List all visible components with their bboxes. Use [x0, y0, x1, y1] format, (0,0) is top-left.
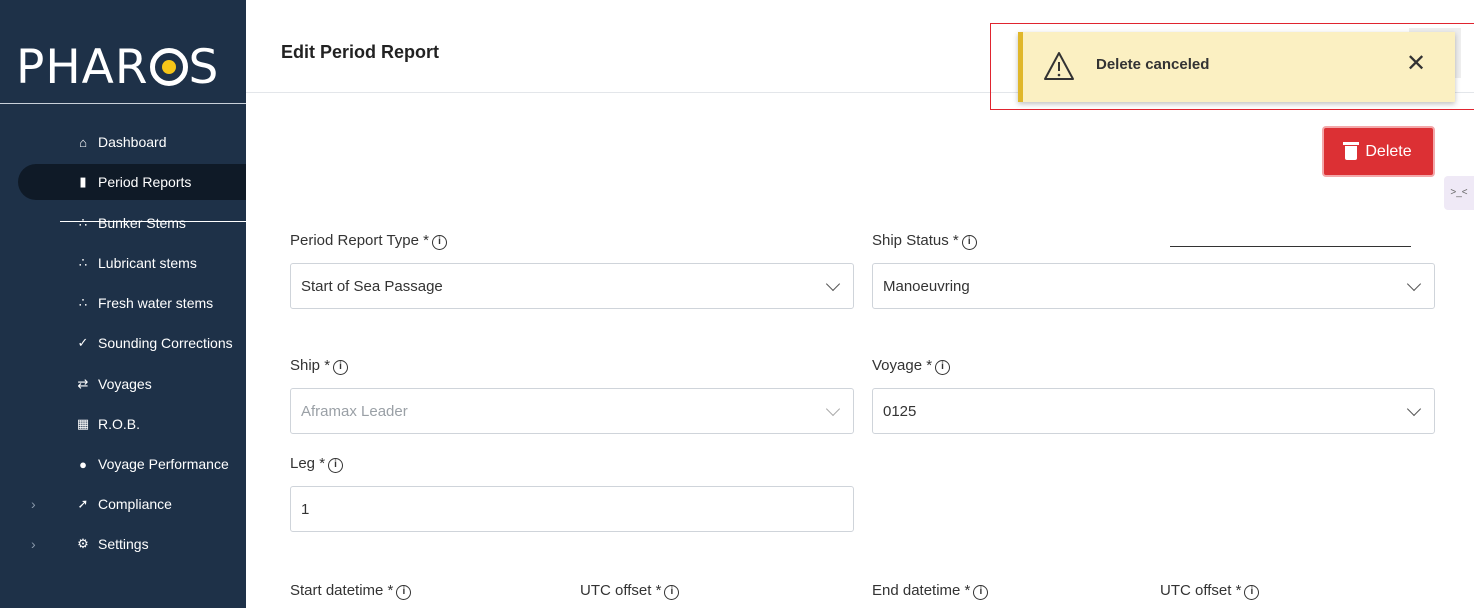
sidebar-item-label: Period Reports: [98, 174, 192, 190]
sidebar-item-label: Settings: [98, 536, 149, 552]
delete-button-label: Delete: [1365, 142, 1412, 160]
info-icon[interactable]: i: [333, 360, 349, 375]
info-icon[interactable]: i: [973, 585, 989, 600]
logo-text: PHAR: [16, 40, 149, 95]
voyage-label: Voyage * i: [872, 357, 951, 375]
hierarchy-icon: ∴: [78, 295, 88, 310]
document-icon: ▮: [79, 174, 87, 189]
sidebar-item-label: Bunker Stems: [98, 215, 186, 231]
start-utc-offset-label: UTC offset * i: [580, 582, 680, 600]
info-icon[interactable]: i: [935, 360, 951, 375]
logo-text-end: S: [188, 40, 220, 95]
warning-toast: Delete canceled ✕: [1018, 32, 1455, 102]
end-datetime-label: End datetime * i: [872, 582, 989, 600]
trash-icon: [1343, 142, 1360, 160]
period-report-type-select[interactable]: Start of Sea Passage: [290, 263, 854, 309]
sidebar-item-label: Sounding Corrections: [98, 335, 233, 351]
period-report-type-label: Period Report Type * i: [290, 232, 447, 250]
gavel-icon: ➚: [77, 496, 89, 511]
voyage-select[interactable]: 0125: [872, 388, 1435, 434]
ship-label: Ship * i: [290, 357, 349, 375]
sidebar-item-label: R.O.B.: [98, 416, 141, 432]
info-icon[interactable]: i: [396, 585, 412, 600]
sidebar-item-fresh-water-stems[interactable]: ∴ Fresh water stems: [18, 285, 246, 321]
info-icon[interactable]: i: [431, 235, 447, 250]
lighthouse-icon: [149, 48, 188, 86]
sidebar-item-bunker-stems[interactable]: ∴ Bunker Stems: [18, 205, 246, 241]
delete-button[interactable]: Delete: [1322, 126, 1435, 177]
end-utc-offset-label: UTC offset * i: [1160, 582, 1260, 600]
sidebar-item-label: Lubricant stems: [98, 255, 197, 271]
ship-status-label: Ship Status * i: [872, 232, 977, 250]
double-check-icon: ✓: [77, 335, 89, 350]
sidebar-item-dashboard[interactable]: ⌂ Dashboard: [18, 124, 246, 160]
side-panel-tab[interactable]: >_<: [1444, 176, 1474, 210]
sidebar-item-label: Voyage Performance: [98, 456, 229, 472]
info-icon[interactable]: i: [328, 458, 344, 473]
sidebar-item-lubricant-stems[interactable]: ∴ Lubricant stems: [18, 245, 246, 281]
sidebar-item-period-reports[interactable]: ▮ Period Reports: [18, 164, 246, 200]
gears-icon: ⚙: [77, 536, 89, 551]
sidebar: PHAR S ⌂ Dashboard ▮ Period Reports ∴ Bun…: [0, 0, 246, 608]
chevron-down-icon: [825, 401, 841, 417]
home-icon: ⌂: [79, 134, 87, 150]
start-datetime-label: Start datetime * i: [290, 582, 412, 600]
sidebar-item-label: Dashboard: [98, 134, 167, 150]
chevron-down-icon: [825, 276, 841, 292]
sidebar-item-voyages[interactable]: ⇄ Voyages: [18, 366, 246, 402]
info-icon[interactable]: i: [1244, 585, 1260, 600]
swap-icon: ⇄: [77, 376, 89, 391]
close-icon[interactable]: ✕: [1406, 52, 1426, 76]
pharos-logo[interactable]: PHAR S: [16, 40, 219, 95]
leg-label: Leg * i: [290, 455, 344, 473]
warning-icon: [1044, 52, 1074, 80]
sidebar-item-label: Voyages: [98, 376, 152, 392]
sidebar-item-sounding-corrections[interactable]: ✓ Sounding Corrections: [18, 325, 246, 361]
sidebar-item-voyage-performance[interactable]: ● Voyage Performance: [18, 446, 246, 482]
chevron-down-icon: [1406, 401, 1422, 417]
leg-input[interactable]: 1: [290, 486, 854, 532]
sidebar-item-compliance[interactable]: › ➚ Compliance: [18, 486, 246, 522]
chevron-right-icon[interactable]: ›: [31, 496, 36, 512]
sidebar-item-label: Compliance: [98, 496, 172, 512]
chevron-down-icon: [1406, 276, 1422, 292]
gauge-icon: ●: [79, 456, 87, 472]
logo-divider: [0, 103, 246, 104]
ship-select: Aframax Leader: [290, 388, 854, 434]
chevron-right-icon[interactable]: ›: [31, 536, 36, 552]
hierarchy-icon: ∴: [78, 215, 88, 230]
hierarchy-icon: ∴: [78, 255, 88, 270]
toast-message: Delete canceled: [1096, 56, 1210, 73]
sidebar-item-rob[interactable]: ▦ R.O.B.: [18, 406, 246, 442]
info-icon[interactable]: i: [961, 235, 977, 250]
calculator-icon: ▦: [76, 416, 90, 431]
sidebar-item-settings[interactable]: › ⚙ Settings: [18, 526, 246, 562]
info-icon[interactable]: i: [664, 585, 680, 600]
sidebar-item-label: Fresh water stems: [98, 295, 214, 311]
page-title: Edit Period Report: [281, 42, 440, 62]
ship-status-select[interactable]: Manoeuvring: [872, 263, 1435, 309]
divider-line: [1170, 246, 1411, 247]
